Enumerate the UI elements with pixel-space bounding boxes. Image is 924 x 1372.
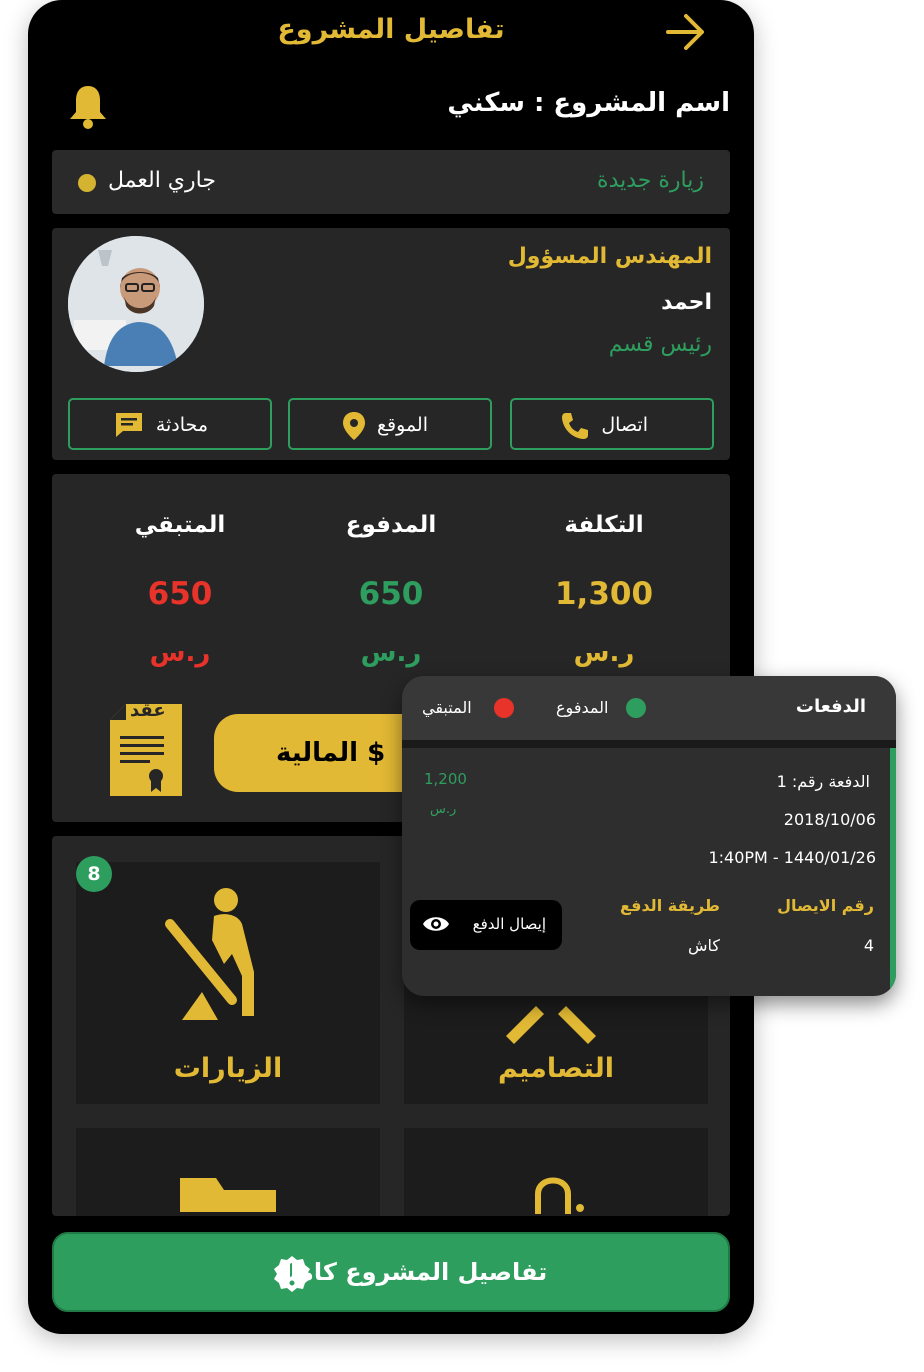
payment-amount: 1,200 [424, 770, 467, 788]
chat-label: محادثة [155, 414, 208, 436]
folder-icon [180, 1178, 276, 1212]
remaining-column: المتبقي 650 ر.س [80, 512, 280, 668]
paid-indicator-bar [890, 748, 896, 996]
finance-button-label: المالية $ [276, 738, 386, 768]
payment-method-value: كاش [687, 936, 720, 955]
avatar [68, 236, 204, 372]
payments-popup-header: الدفعات المدفوع المتبقي [402, 676, 896, 740]
files-tile[interactable] [76, 1128, 380, 1216]
full-details-label: تفاصيل المشروع كاملة [274, 1258, 548, 1286]
new-visit-link[interactable]: زيارة جديدة [597, 168, 704, 193]
payments-popup: الدفعات المدفوع المتبقي الدفعة رقم: 1 20… [402, 676, 896, 996]
receipt-number-value: 4 [863, 936, 874, 955]
paid-currency: ر.س [360, 638, 422, 668]
engineer-card: المهندس المسؤول احمد رئيس قسم اتصال المو… [52, 228, 730, 460]
payment-currency: ر.س [430, 802, 457, 817]
eye-icon [423, 917, 449, 931]
status-bar: زيارة جديدة جاري العمل [52, 150, 730, 214]
remaining-legend-dot [494, 698, 514, 718]
lock-icon [535, 1177, 584, 1214]
call-button[interactable]: اتصال [510, 398, 714, 450]
payment-method-label: طريقة الدفع [620, 896, 720, 915]
top-bar: تفاصيل المشروع [28, 0, 754, 70]
call-label: اتصال [601, 414, 648, 436]
location-button[interactable]: الموقع [288, 398, 492, 450]
remaining-label: المتبقي [134, 512, 226, 538]
project-name: اسم المشروع : سكني [447, 88, 730, 118]
payment-number: الدفعة رقم: 1 [776, 772, 870, 791]
status-text: جاري العمل [108, 168, 216, 193]
receipt-button-label: إيصال الدفع [472, 915, 546, 933]
payment-time: 1:40PM - 1440/01/26 [708, 848, 876, 867]
visits-badge: 8 [76, 856, 112, 892]
designs-label: التصاميم [497, 1053, 615, 1084]
remaining-currency: ر.س [149, 638, 211, 668]
remaining-value: 650 [147, 576, 213, 612]
remaining-legend-label: المتبقي [422, 698, 472, 717]
keys-tile[interactable] [404, 1128, 708, 1216]
contract-label: عقد [130, 700, 166, 721]
header-divider [402, 740, 896, 748]
cost-column: التكلفة 1,300 ر.س [504, 512, 704, 668]
project-row: اسم المشروع : سكني [28, 82, 754, 132]
location-pin-icon [343, 412, 365, 440]
paid-label: المدفوع [345, 512, 437, 538]
chat-button[interactable]: محادثة [68, 398, 272, 450]
arrow-right-icon[interactable] [662, 10, 710, 54]
visits-label: الزيارات [173, 1053, 283, 1084]
full-details-button[interactable]: تفاصيل المشروع كاملة [52, 1232, 730, 1312]
cost-value: 1,300 [554, 576, 654, 612]
engineer-role: المهندس المسؤول [507, 244, 712, 269]
receipt-number-label: رقم الايصال [777, 896, 874, 915]
status-dot [78, 174, 96, 192]
page-title: تفاصيل المشروع [277, 14, 505, 45]
paid-legend-dot [626, 698, 646, 718]
paid-legend-label: المدفوع [556, 698, 609, 717]
payments-title: الدفعات [795, 696, 866, 717]
bell-icon[interactable] [66, 82, 110, 130]
payment-date: 2018/10/06 [783, 810, 876, 829]
location-label: الموقع [376, 414, 428, 436]
visits-tile[interactable]: الزيارات [76, 862, 380, 1104]
paid-column: المدفوع 650 ر.س [291, 512, 491, 668]
contract-icon[interactable]: عقد [106, 700, 186, 800]
phone-screen: تفاصيل المشروع اسم المشروع : سكني زيارة … [28, 0, 754, 1334]
payment-receipt-button[interactable]: إيصال الدفع [410, 900, 562, 950]
worker-icon [165, 888, 254, 1020]
cost-currency: ر.س [573, 638, 635, 668]
cost-label: التكلفة [564, 512, 644, 538]
engineer-position: رئيس قسم [608, 332, 712, 357]
engineer-name: احمد [661, 290, 712, 315]
phone-icon [562, 413, 588, 439]
paid-value: 650 [358, 576, 424, 612]
chat-icon [116, 413, 142, 437]
